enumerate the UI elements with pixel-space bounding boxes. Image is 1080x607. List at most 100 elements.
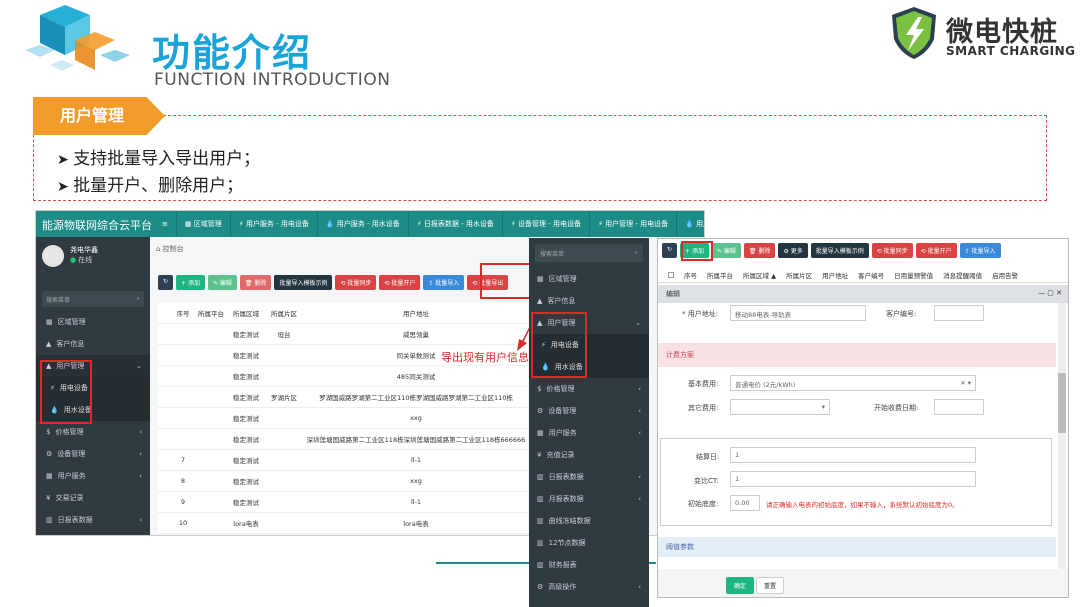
search-placeholder: 搜索菜单 (46, 297, 71, 304)
addr-input[interactable]: 移动88电表-导轨表 (730, 305, 866, 321)
toolbar-button[interactable]: ⇪ 批量导入 (423, 275, 465, 290)
dialog-footer: 确定 重置 (658, 569, 1068, 597)
top-tab[interactable]: ⚡ 用户管理 - 用电设备 (590, 211, 678, 237)
sidebar-item[interactable]: ▥ 日报表数据 ‹ (529, 466, 649, 488)
scroll-thumb[interactable] (1058, 373, 1066, 433)
sidebar-item[interactable]: ▥ 曲线冻结数据 (529, 510, 649, 532)
sidebar-item[interactable]: $ 价格管理 ‹ (36, 421, 150, 443)
table-row[interactable]: 稳定测试 xxg (158, 408, 528, 429)
chevron-icon: ‹ (638, 495, 641, 503)
top-tab[interactable]: ≡ (154, 211, 177, 237)
toolbar-button[interactable]: ⟲ 批量同步 (335, 275, 377, 290)
table-cell: 稳定测试 (233, 478, 259, 486)
table-row[interactable]: 稳定测试 深圳莲塘国威路第二工业区118栋深圳莲塘国威路第二工业区118栋6666… (158, 429, 528, 450)
table-cell: lora电表 (233, 520, 259, 528)
settle-input[interactable]: 1 (730, 447, 976, 463)
sidebar-item[interactable]: ▦ 用户服务 ‹ (36, 465, 150, 487)
sidebar-item[interactable]: ▲ 客户信息 (529, 290, 649, 312)
table-cell: xxg (410, 477, 422, 485)
top-tab[interactable]: ⚡ 设备管理 - 用电设备 (503, 211, 591, 237)
menu-search-input[interactable]: 搜索菜单 ⌕ (535, 244, 643, 262)
toolbar-button[interactable]: 批量导入模板示例 (810, 243, 869, 258)
sidebar-item[interactable]: ▦ 区域管理 (529, 268, 649, 290)
sidebar-item[interactable]: ▥ 12节点数据 (529, 532, 649, 554)
sidebar-item[interactable]: ⚙ 设备管理 ‹ (529, 400, 649, 422)
menu-icon: ▥ (537, 473, 544, 481)
toolbar-button[interactable]: + 添加 (176, 275, 205, 290)
sidebar-item[interactable]: $ 价格管理 ‹ (529, 378, 649, 400)
column-header: 序号 (684, 271, 697, 280)
sidebar-item[interactable]: ⚙ 设备管理 ‹ (36, 443, 150, 465)
table-cell: ll-1 (410, 456, 422, 464)
sidebar-item-text: 财务报表 (548, 561, 577, 569)
other-select[interactable]: ▾ (730, 399, 830, 415)
reset-button[interactable]: 重置 (756, 577, 785, 594)
table-cell: 9 (180, 498, 186, 506)
toolbar-button[interactable]: ⚙ 更多 (778, 243, 808, 258)
sidebar-item-label: $ 价格管理 (46, 421, 83, 443)
menu-icon: $ (537, 385, 542, 393)
sidebar-item[interactable]: ▦ 用户服务 ‹ (529, 422, 649, 444)
table-header: 序号 所属平台 所属区域 所属片区 用户地址 (158, 303, 528, 324)
dialog-header: 编辑 — ▢ ✕ (658, 285, 1068, 303)
top-tab[interactable]: 💧 用户管理 - (677, 211, 704, 237)
chevron-icon: ‹ (638, 473, 641, 481)
sidebar-item[interactable]: ▲ 客户信息 (36, 333, 150, 355)
table-row[interactable]: 稳定测试 坦台 威思领巢 (158, 324, 528, 345)
table-row[interactable]: 稳定测试 485同关测试 (158, 366, 528, 387)
custno-input[interactable] (934, 305, 984, 321)
column-header: 消息提醒阈值 (943, 271, 983, 280)
chevron-icon: ‹ (139, 428, 142, 436)
toolbar-button[interactable]: ✎ 编辑 (207, 275, 237, 290)
init-input[interactable]: 0.00 (730, 495, 760, 511)
select-controls[interactable]: ✕ ▾ (960, 379, 971, 387)
screenshot-edit-dialog: ↻ + 添加 ✎ 编辑 🗑 删除 ⚙ 更多 批量导入模板示例 ⟲ 批量同步 ⟲ 批量开户 ⇪ 批… (657, 238, 1069, 598)
sidebar-item-label: ▥ 12节点数据 (537, 532, 586, 554)
column-header: 所属区域 ▲ (743, 271, 777, 280)
toolbar-button[interactable]: ⟲ 批量开户 (379, 275, 421, 290)
basic-select[interactable]: 普通电价 (2元/kWh) ✕ ▾ (730, 375, 976, 391)
toolbar-button[interactable]: ↻ (662, 243, 678, 258)
sidebar-item[interactable]: ▥ 日报表数据 ‹ (36, 509, 150, 531)
table-row[interactable]: 10 lora电表 lora电表 (158, 513, 528, 534)
ok-button[interactable]: 确定 (726, 577, 755, 594)
checkbox[interactable] (668, 271, 674, 278)
menu-search-input[interactable]: 搜索菜单 ⌕ (42, 291, 144, 307)
top-nav-bar: 能源物联网综合云平台 ≡ ▦ 区域管理 ⚡ 用户服务 - 用电设备 💧 用户服务 - … (36, 211, 704, 237)
sidebar: 尧电华鑫 在线 搜索菜单⌕ ▦区域管理▲客户信息▲用户管理⌄⚡用电设备💧用水设备… (36, 237, 150, 535)
toolbar-button[interactable]: ⟲ 批量开户 (915, 243, 957, 258)
sidebar-item[interactable]: ¥ 交易记录 (36, 487, 150, 509)
toolbar-button[interactable]: 🗑 删除 (239, 275, 272, 290)
chevron-icon: ‹ (139, 516, 142, 524)
dialog-scrollbar[interactable] (1058, 303, 1066, 593)
top-tab[interactable]: ⚡ 日报表数据 - 用水设备 (409, 211, 503, 237)
avatar (42, 245, 64, 267)
sidebar-item-text: 曲线冻结数据 (548, 517, 591, 525)
toolbar-button[interactable]: 🗑 删除 (743, 243, 776, 258)
sidebar-item[interactable]: ⚙ 高级操作 ‹ (529, 576, 649, 598)
sidebar-item[interactable]: ¥ 充值记录 (529, 444, 649, 466)
toolbar-button[interactable]: 批量导入模板示例 (274, 275, 333, 290)
sidebar-item-text: 设备管理 (548, 407, 577, 415)
menu-icon: ⚙ (537, 407, 544, 415)
sidebar-item[interactable]: ▦ 区域管理 (36, 311, 150, 333)
table-row[interactable]: 8 稳定测试 xxg (158, 471, 528, 492)
start-date-input[interactable] (934, 399, 984, 415)
top-tab[interactable]: ▦ 区域管理 (177, 211, 231, 237)
breadcrumb-label: 控制台 (162, 245, 184, 253)
toolbar-button[interactable]: ✎ 编辑 (711, 243, 741, 258)
sidebar-item[interactable]: ▥ 月报表数据 ‹ (529, 488, 649, 510)
sidebar-item[interactable]: ▥ 财务报表 (529, 554, 649, 576)
ct-input[interactable]: 1 (730, 471, 976, 487)
window-controls[interactable]: — ▢ ✕ (1038, 289, 1062, 299)
menu-icon: ▦ (46, 318, 53, 326)
top-tab[interactable]: ⚡ 用户服务 - 用电设备 (231, 211, 318, 237)
toolbar-button[interactable]: ⟲ 批量同步 (871, 243, 913, 258)
toolbar-button[interactable]: ↻ (158, 275, 174, 290)
top-tab[interactable]: 💧 用户服务 - 用水设备 (318, 211, 409, 237)
chevron-icon: ⌄ (136, 362, 142, 370)
table-row[interactable]: 9 稳定测试 ll-1 (158, 492, 528, 513)
toolbar-button[interactable]: ⇪ 批量导入 (959, 243, 1001, 258)
table-row[interactable]: 7 稳定测试 ll-1 (158, 450, 528, 471)
table-row[interactable]: 稳定测试 罗湖片区 罗湖国威路罗湖第二工业区110栋罗湖国威路罗湖第二工业区110栋 (158, 387, 528, 408)
